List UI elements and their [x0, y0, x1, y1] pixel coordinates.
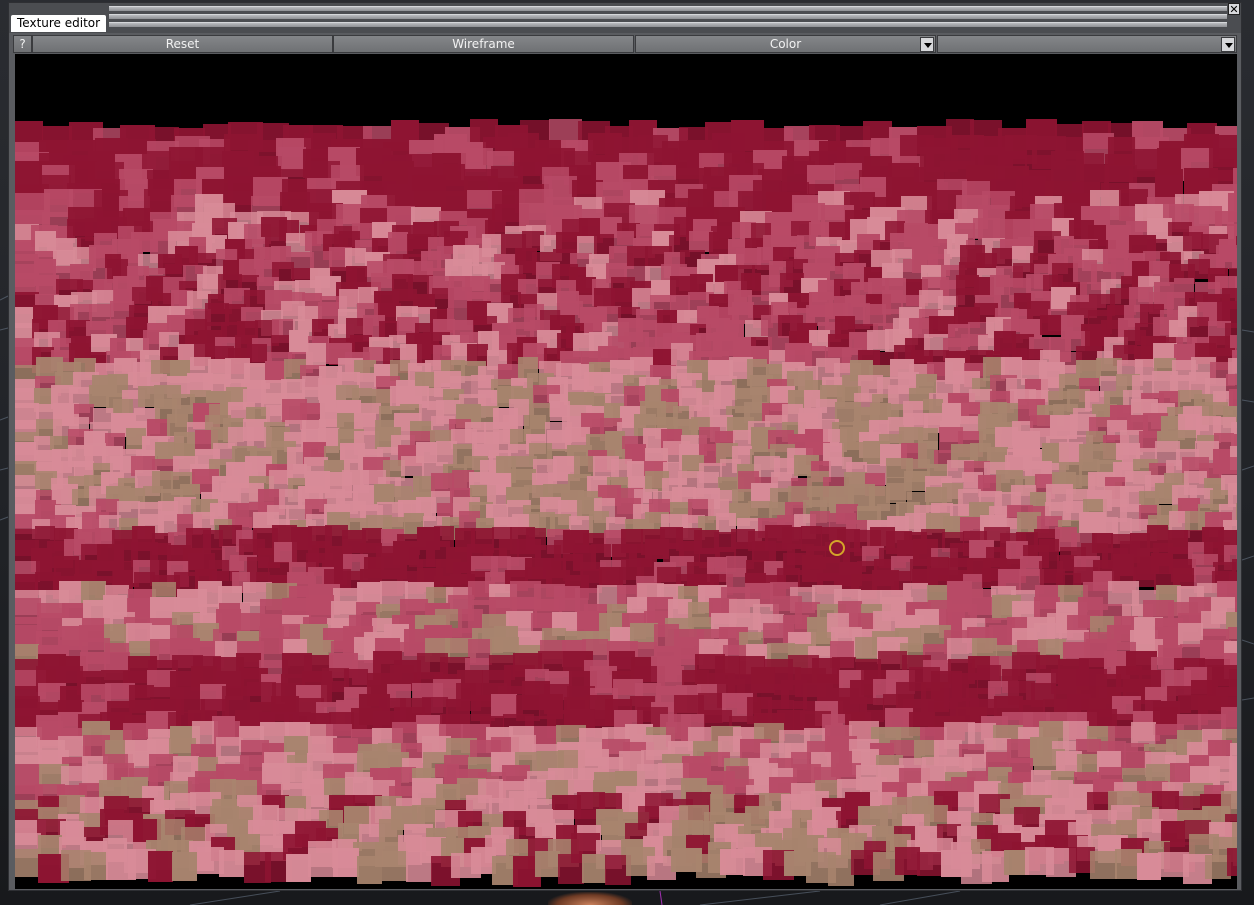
texture-tiles	[15, 119, 1237, 887]
close-icon[interactable]: ✕	[1228, 3, 1240, 15]
texture-viewport[interactable]	[15, 54, 1237, 889]
chevron-down-icon[interactable]	[920, 37, 934, 52]
titlebar-grip[interactable]	[109, 6, 1227, 30]
3d-model-hand	[548, 892, 632, 905]
reset-button[interactable]: Reset	[32, 35, 333, 53]
circle-cursor-icon	[829, 540, 845, 556]
secondary-select[interactable]	[937, 35, 1237, 53]
wireframe-button[interactable]: Wireframe	[333, 35, 634, 53]
color-select-value: Color	[769, 37, 802, 51]
window-titlebar[interactable]: Texture editor ✕	[9, 3, 1241, 33]
help-button[interactable]: ?	[13, 35, 32, 53]
window-title: Texture editor	[11, 15, 107, 32]
texture-editor-window: Texture editor ✕ ? Reset Wireframe Color	[8, 2, 1242, 891]
color-select[interactable]: Color	[635, 35, 936, 53]
toolbar: ? Reset Wireframe Color	[13, 35, 1237, 54]
texture-atlas	[15, 119, 1237, 887]
chevron-down-icon[interactable]	[1221, 37, 1235, 52]
